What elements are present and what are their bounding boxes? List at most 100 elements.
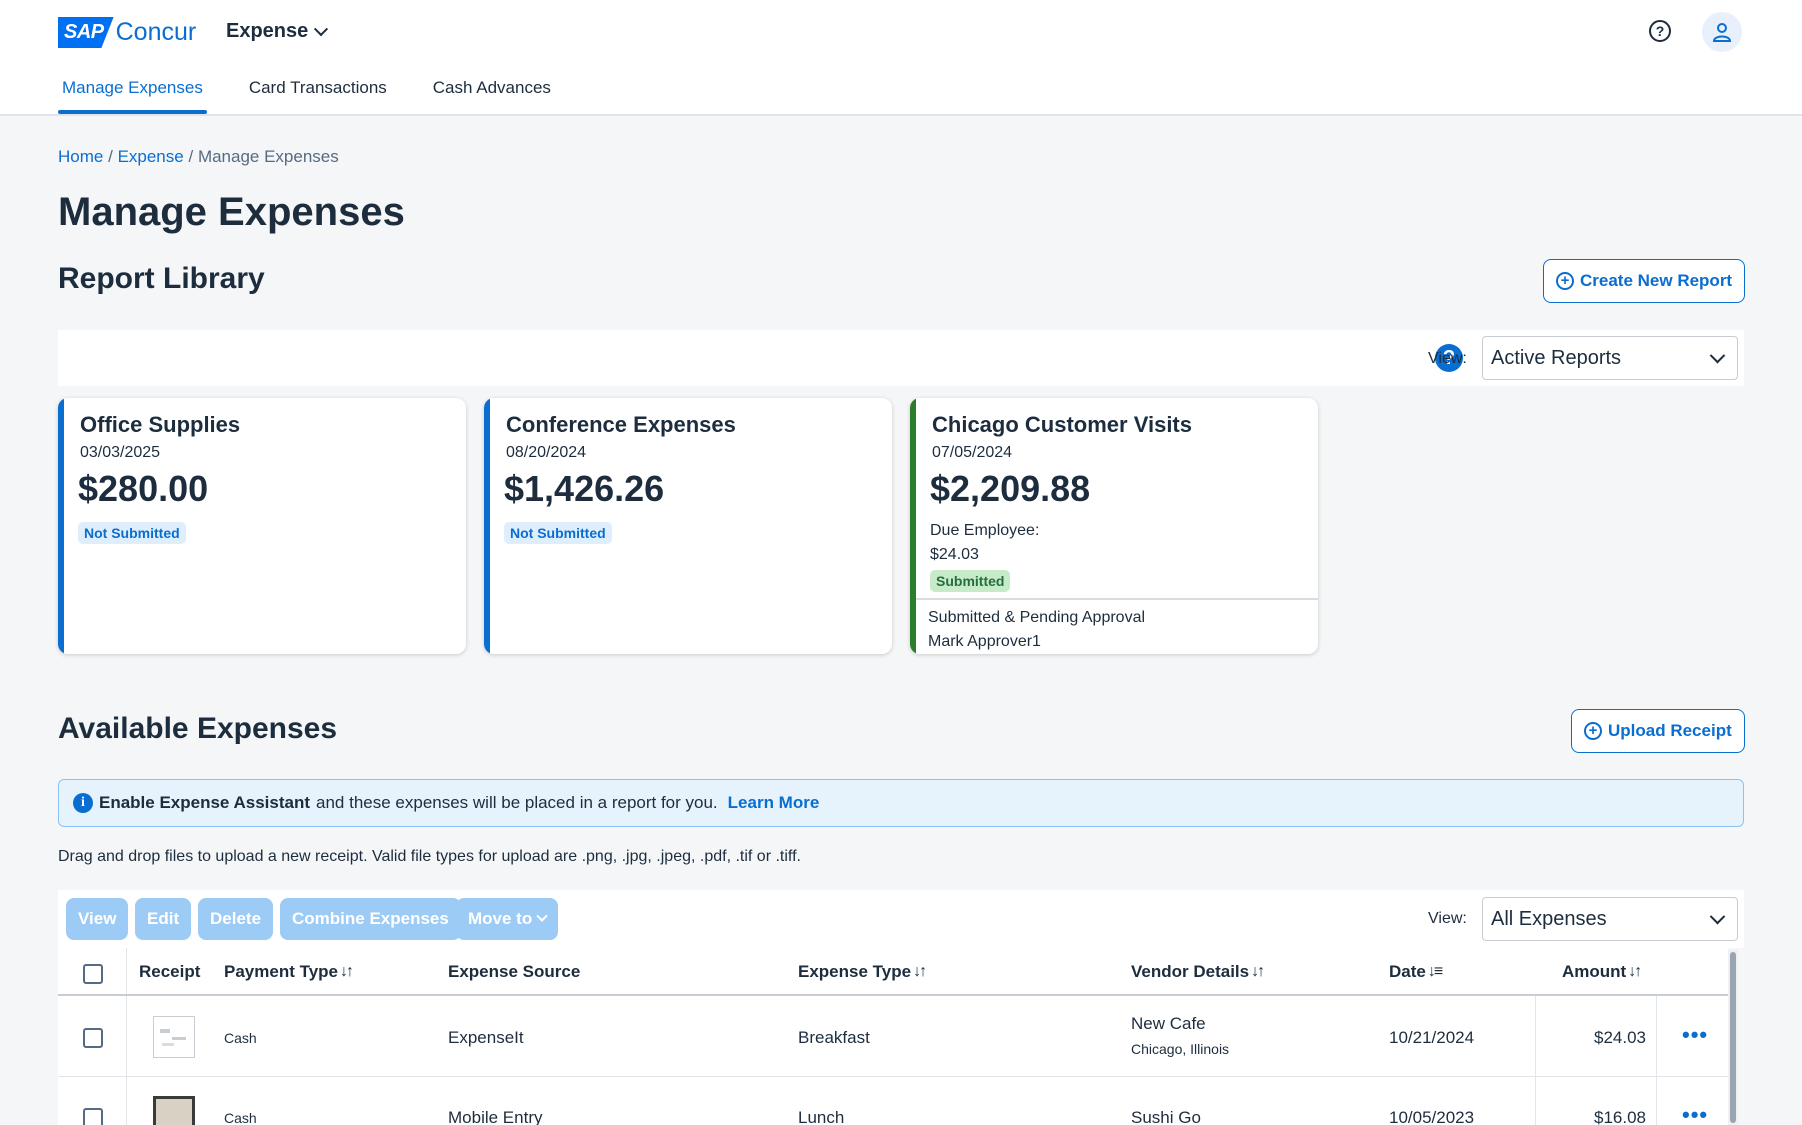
move-to-button[interactable]: Move to [456, 898, 559, 940]
info-icon: i [73, 793, 93, 813]
combine-expenses-button[interactable]: Combine Expenses [280, 898, 461, 940]
report-card-date: 08/20/2024 [506, 444, 587, 461]
report-card-office-supplies[interactable]: Office Supplies 03/03/2025 $280.00 Not S… [58, 398, 466, 654]
nav-tabs: Manage Expenses Card Transactions Cash A… [58, 78, 593, 114]
row-divider [58, 1076, 1728, 1077]
expense-view-select[interactable]: All Expenses [1482, 897, 1738, 941]
vendor-name-cell: Sushi Go [1131, 1108, 1201, 1125]
receipt-thumbnail[interactable] [153, 1096, 195, 1125]
report-card-title: Conference Expenses [506, 412, 736, 437]
product-menu-label: Expense [226, 20, 309, 42]
report-card-amount: $2,209.88 [930, 468, 1091, 509]
chevron-down-icon [536, 910, 548, 922]
tab-manage-expenses[interactable]: Manage Expenses [58, 78, 207, 114]
vendor-name-cell: New Cafe [1131, 1014, 1206, 1033]
receipt-thumbnail[interactable] [153, 1016, 195, 1058]
report-card-title: Chicago Customer Visits [932, 412, 1192, 437]
amount-cell: $16.08 [1594, 1108, 1646, 1125]
edit-button[interactable]: Edit [135, 898, 192, 940]
logo-concur-text: Concur [115, 18, 197, 46]
tab-cash-advances[interactable]: Cash Advances [429, 78, 555, 114]
help-icon[interactable]: ? [1649, 20, 1671, 42]
sort-icon: ↓↑ [1251, 963, 1265, 980]
chevron-down-icon [1709, 347, 1726, 363]
column-divider [1656, 994, 1657, 1125]
expense-source-cell: Mobile Entry [448, 1108, 543, 1125]
plus-circle-icon: + [1584, 722, 1602, 740]
product-menu-expense[interactable]: Expense [226, 20, 329, 43]
user-icon [1712, 23, 1732, 42]
drag-drop-instructions: Drag and drop files to upload a new rece… [58, 848, 801, 865]
column-header-label: Date [1389, 962, 1426, 981]
user-profile-button[interactable] [1702, 12, 1742, 52]
due-employee-amount: $24.03 [930, 546, 979, 563]
report-card-title: Office Supplies [80, 412, 241, 437]
report-card-stripe [58, 398, 64, 654]
chevron-down-icon [314, 21, 329, 36]
amount-cell: $24.03 [1594, 1028, 1646, 1047]
report-view-value: Active Reports [1491, 346, 1622, 369]
top-header: SAP Concur Expense ? Manage Expenses Car… [0, 0, 1802, 116]
move-to-label: Move to [468, 909, 533, 928]
chevron-down-icon [1709, 908, 1726, 924]
view-button[interactable]: View [66, 898, 129, 940]
report-view-label: View: [1428, 350, 1467, 367]
column-header-label: Expense Source [448, 962, 581, 981]
sap-concur-logo[interactable]: SAP Concur [58, 17, 196, 48]
breadcrumb-home[interactable]: Home [58, 147, 103, 166]
status-badge: Submitted [930, 570, 1011, 592]
row-checkbox[interactable] [83, 1028, 103, 1048]
report-card-footer: Submitted & Pending Approval Mark Approv… [916, 598, 1318, 654]
column-header-label: Receipt [139, 962, 201, 981]
sort-descending-icon: ↓≡ [1427, 963, 1443, 980]
approver-name: Mark Approver1 [928, 633, 1041, 650]
report-library-toolbar: ? View: Active Reports [58, 330, 1744, 386]
expense-view-value: All Expenses [1491, 907, 1607, 930]
date-cell: 10/05/2023 [1389, 1108, 1475, 1125]
tab-card-transactions[interactable]: Card Transactions [245, 78, 391, 114]
vendor-location-cell: Chicago, Illinois [1131, 1041, 1230, 1057]
report-card-conference-expenses[interactable]: Conference Expenses 08/20/2024 $1,426.26… [484, 398, 892, 654]
select-all-checkbox[interactable] [83, 964, 103, 984]
column-header-vendor-details[interactable]: Vendor Details ↓↑ [1131, 962, 1265, 982]
expense-view-label: View: [1428, 910, 1467, 927]
more-actions-icon[interactable]: ••• [1682, 1022, 1708, 1048]
scrollbar-thumb[interactable] [1730, 952, 1736, 1123]
column-header-amount[interactable]: Amount ↓↑ [1562, 962, 1642, 982]
plus-circle-icon: + [1556, 272, 1574, 290]
column-header-label: Expense Type [798, 962, 912, 981]
sort-icon: ↓↑ [913, 963, 927, 980]
report-library-title: Report Library [58, 262, 265, 295]
breadcrumb-current: Manage Expenses [197, 147, 339, 166]
expense-assistant-info-banner: i Enable Expense Assistant and these exp… [58, 779, 1744, 827]
column-divider [1535, 994, 1536, 1125]
column-header-date[interactable]: Date ↓≡ [1389, 962, 1443, 982]
available-expenses-title: Available Expenses [58, 712, 338, 745]
info-text: and these expenses will be placed in a r… [316, 793, 718, 812]
create-new-report-button[interactable]: + Create New Report [1543, 259, 1746, 303]
column-header-expense-type[interactable]: Expense Type ↓↑ [798, 962, 927, 982]
due-employee-label: Due Employee: [930, 522, 1040, 539]
report-card-amount: $1,426.26 [504, 468, 665, 509]
expenses-toolbar: View Edit Delete Combine Expenses Move t… [58, 890, 1744, 948]
breadcrumb-separator: / [188, 147, 194, 166]
learn-more-link[interactable]: Learn More [728, 793, 820, 813]
column-header-payment-type[interactable]: Payment Type ↓↑ [224, 962, 354, 982]
expenses-table: Receipt Payment Type ↓↑ Expense Source Ex… [58, 948, 1728, 1125]
column-header-label: Payment Type [224, 962, 339, 981]
column-header-receipt: Receipt [139, 962, 200, 982]
table-scrollbar[interactable] [1728, 950, 1738, 1125]
more-actions-icon[interactable]: ••• [1682, 1102, 1708, 1125]
breadcrumb-expense[interactable]: Expense [118, 147, 184, 166]
create-new-report-label: Create New Report [1580, 271, 1733, 290]
delete-button[interactable]: Delete [198, 898, 274, 940]
sort-icon: ↓↑ [1628, 963, 1642, 980]
row-checkbox[interactable] [83, 1108, 103, 1125]
date-cell: 10/21/2024 [1389, 1028, 1475, 1047]
column-header-label: Vendor Details [1131, 962, 1250, 981]
report-card-chicago-customer-visits[interactable]: Chicago Customer Visits 07/05/2024 $2,20… [910, 398, 1318, 654]
column-header-label: Amount [1562, 962, 1627, 981]
upload-receipt-button[interactable]: + Upload Receipt [1571, 709, 1745, 753]
column-header-expense-source: Expense Source [448, 962, 580, 982]
report-view-select[interactable]: Active Reports [1482, 336, 1738, 380]
